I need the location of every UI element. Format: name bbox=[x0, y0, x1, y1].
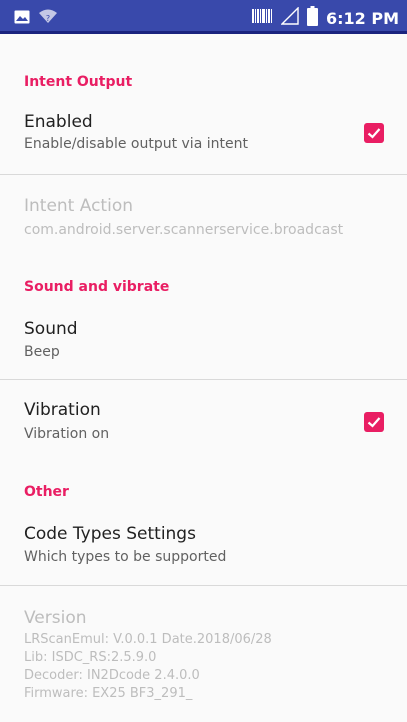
pref-enabled-summary: Enable/disable output via intent bbox=[24, 136, 248, 152]
version-line-app: LRScanEmul: V.0.0.1 Date.2018/06/28 bbox=[24, 632, 272, 647]
divider bbox=[0, 379, 407, 380]
pref-vibration-title: Vibration bbox=[24, 400, 101, 420]
battery-icon bbox=[306, 6, 318, 30]
status-bar-right-icons: 6:12 PM bbox=[251, 6, 399, 30]
version-line-lib: Lib: ISDC_RS:2.5.9.0 bbox=[24, 650, 157, 665]
pref-enabled-title: Enabled bbox=[24, 112, 93, 132]
pref-code-types-title: Code Types Settings bbox=[24, 524, 196, 544]
pref-vibration-summary: Vibration on bbox=[24, 426, 110, 442]
pref-code-types-summary: Which types to be supported bbox=[24, 549, 227, 565]
status-bar: ? 6:12 PM bbox=[0, 0, 407, 34]
vibration-checkbox[interactable] bbox=[364, 412, 384, 432]
pref-intent-action-title: Intent Action bbox=[24, 196, 133, 216]
section-header-other: Other bbox=[24, 484, 69, 500]
checkmark-icon bbox=[367, 417, 381, 428]
pref-sound-title: Sound bbox=[24, 319, 78, 339]
pref-version: Version LRScanEmul: V.0.0.1 Date.2018/06… bbox=[0, 594, 407, 714]
pref-code-types[interactable]: Code Types Settings Which types to be su… bbox=[0, 510, 407, 580]
pref-sound[interactable]: Sound Beep bbox=[0, 304, 407, 374]
divider bbox=[0, 585, 407, 586]
pref-intent-action-summary: com.android.server.scannerservice.broadc… bbox=[24, 222, 344, 238]
version-line-decoder: Decoder: IN2Dcode 2.4.0.0 bbox=[24, 668, 200, 683]
svg-text:?: ? bbox=[46, 14, 50, 23]
image-icon bbox=[14, 9, 30, 28]
enabled-checkbox[interactable] bbox=[364, 123, 384, 143]
divider bbox=[0, 174, 407, 175]
pref-intent-action: Intent Action com.android.server.scanner… bbox=[0, 184, 407, 244]
settings-list: Intent Output Enabled Enable/disable out… bbox=[0, 34, 407, 722]
pref-sound-summary: Beep bbox=[24, 344, 60, 360]
wifi-icon: ? bbox=[38, 8, 58, 28]
pref-enabled[interactable]: Enabled Enable/disable output via intent bbox=[0, 98, 407, 170]
barcode-icon bbox=[251, 8, 273, 28]
signal-icon bbox=[280, 6, 299, 29]
section-header-intent-output: Intent Output bbox=[24, 74, 133, 90]
status-bar-left-icons: ? bbox=[14, 8, 58, 28]
pref-version-title: Version bbox=[24, 608, 87, 628]
section-header-sound-vibrate: Sound and vibrate bbox=[24, 279, 170, 295]
version-line-firmware: Firmware: EX25 BF3_291_ bbox=[24, 686, 193, 701]
checkmark-icon bbox=[367, 128, 381, 139]
pref-vibration[interactable]: Vibration Vibration on bbox=[0, 386, 407, 458]
status-time: 6:12 PM bbox=[325, 8, 399, 28]
